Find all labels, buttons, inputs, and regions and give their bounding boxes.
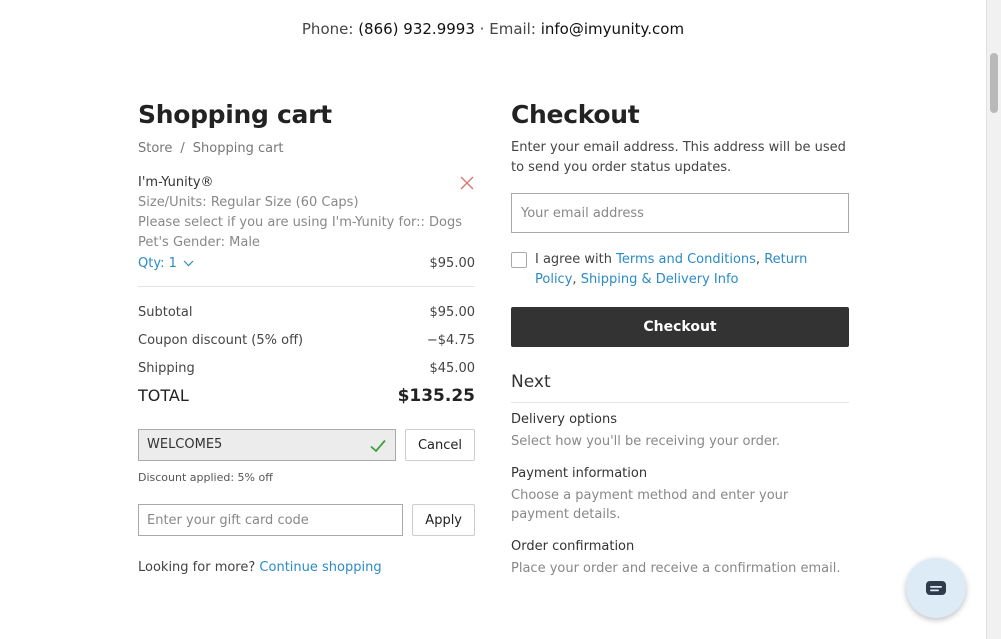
email-label: Email:	[489, 20, 536, 38]
email-address: info@imyunity.com	[540, 20, 685, 38]
agree-comma: ,	[755, 252, 761, 267]
contact-bar: Phone: (866) 932.9993 · Email: info@imyu…	[0, 20, 986, 38]
next-steps-list: Delivery options Select how you'll be re…	[511, 412, 849, 578]
breadcrumb: Store / Shopping cart	[138, 141, 475, 156]
next-heading: Next	[511, 372, 849, 403]
shipping-value: $45.00	[429, 361, 476, 376]
page-scrollbar[interactable]	[986, 0, 1001, 639]
subtotal-label: Subtotal	[138, 305, 193, 320]
breadcrumb-current: Shopping cart	[192, 141, 284, 156]
item-option-gender: Pet's Gender: Male	[138, 235, 260, 250]
cart-item: I'm-Yunity® Size/Units: Regular Size (60…	[138, 175, 475, 271]
step-payment: Payment information Choose a payment met…	[511, 466, 849, 524]
close-icon[interactable]	[459, 175, 475, 191]
item-option-size: Size/Units: Regular Size (60 Caps)	[138, 195, 359, 210]
step-title: Order confirmation	[511, 539, 635, 554]
checkout-title: Checkout	[511, 100, 640, 129]
continue-shopping-prompt: Looking for more? Continue shopping	[138, 560, 475, 575]
shipping-row: Shipping $45.00	[138, 361, 475, 376]
coupon-field: WELCOME5	[138, 429, 396, 461]
agree-checkbox[interactable]	[511, 252, 527, 268]
item-option-usage: Please select if you are using I'm-Yunit…	[138, 215, 463, 230]
step-description: Choose a payment method and enter your p…	[511, 488, 789, 522]
shipping-info-link[interactable]: Shipping & Delivery Info	[581, 272, 739, 287]
checkout-button[interactable]: Checkout	[511, 307, 849, 347]
checkout-description: Enter your email address. This address w…	[511, 140, 846, 175]
looking-for-more-text: Looking for more?	[138, 560, 256, 575]
step-description: Select how you'll be receiving your orde…	[511, 434, 781, 449]
item-price: $95.00	[429, 256, 476, 271]
breadcrumb-separator: /	[180, 141, 185, 156]
gift-card-row: Apply	[138, 504, 475, 536]
total-value: $135.25	[397, 386, 475, 406]
agree-row: I agree with Terms and Conditions, Retur…	[511, 250, 849, 290]
agree-comma: ,	[572, 272, 577, 287]
phone-number: (866) 932.9993	[358, 20, 475, 38]
cart-divider	[138, 286, 475, 287]
apply-gift-card-button[interactable]: Apply	[412, 504, 475, 536]
email-field[interactable]	[511, 193, 849, 233]
quantity-label: Qty: 1	[138, 256, 177, 271]
contact-separator: ·	[479, 20, 485, 38]
breadcrumb-store[interactable]: Store	[138, 141, 172, 156]
cart-title: Shopping cart	[138, 100, 332, 129]
chevron-down-icon	[183, 260, 194, 267]
step-title: Payment information	[511, 466, 648, 481]
shipping-label: Shipping	[138, 361, 195, 376]
total-label: TOTAL	[138, 386, 189, 405]
coupon-discount-row: Coupon discount (5% off) −$4.75	[138, 333, 475, 348]
scrollbar-thumb[interactable]	[990, 53, 998, 113]
total-row: TOTAL $135.25	[138, 386, 475, 406]
chat-icon	[926, 581, 946, 595]
coupon-code: WELCOME5	[147, 437, 223, 452]
coupon-row: WELCOME5 Cancel	[138, 429, 475, 461]
coupon-discount-value: −$4.75	[426, 333, 475, 348]
gift-card-input[interactable]	[138, 504, 404, 536]
subtotal-row: Subtotal $95.00	[138, 305, 475, 320]
checkmark-icon	[370, 439, 386, 453]
step-confirmation: Order confirmation Place your order and …	[511, 539, 849, 578]
step-title: Delivery options	[511, 412, 617, 427]
terms-link[interactable]: Terms and Conditions	[616, 252, 756, 267]
coupon-discount-label: Coupon discount (5% off)	[138, 333, 304, 348]
shopping-cart-section: Shopping cart Store / Shopping cart I'm-Yu…	[138, 100, 475, 575]
quantity-dropdown[interactable]: Qty: 1	[138, 256, 194, 271]
chat-button[interactable]	[906, 558, 966, 618]
phone-label: Phone:	[301, 20, 354, 38]
discount-applied-note: Discount applied: 5% off	[138, 471, 273, 484]
checkout-section: Checkout Enter your email address. This …	[511, 100, 849, 578]
step-delivery: Delivery options Select how you'll be re…	[511, 412, 849, 451]
step-description: Place your order and receive a confirmat…	[511, 561, 841, 576]
subtotal-value: $95.00	[429, 305, 476, 320]
continue-shopping-link[interactable]: Continue shopping	[259, 560, 381, 575]
item-name[interactable]: I'm-Yunity®	[138, 175, 475, 190]
cancel-coupon-button[interactable]: Cancel	[404, 429, 475, 461]
agree-prefix: I agree with	[535, 252, 612, 267]
agree-text: I agree with Terms and Conditions, Retur…	[535, 250, 849, 290]
